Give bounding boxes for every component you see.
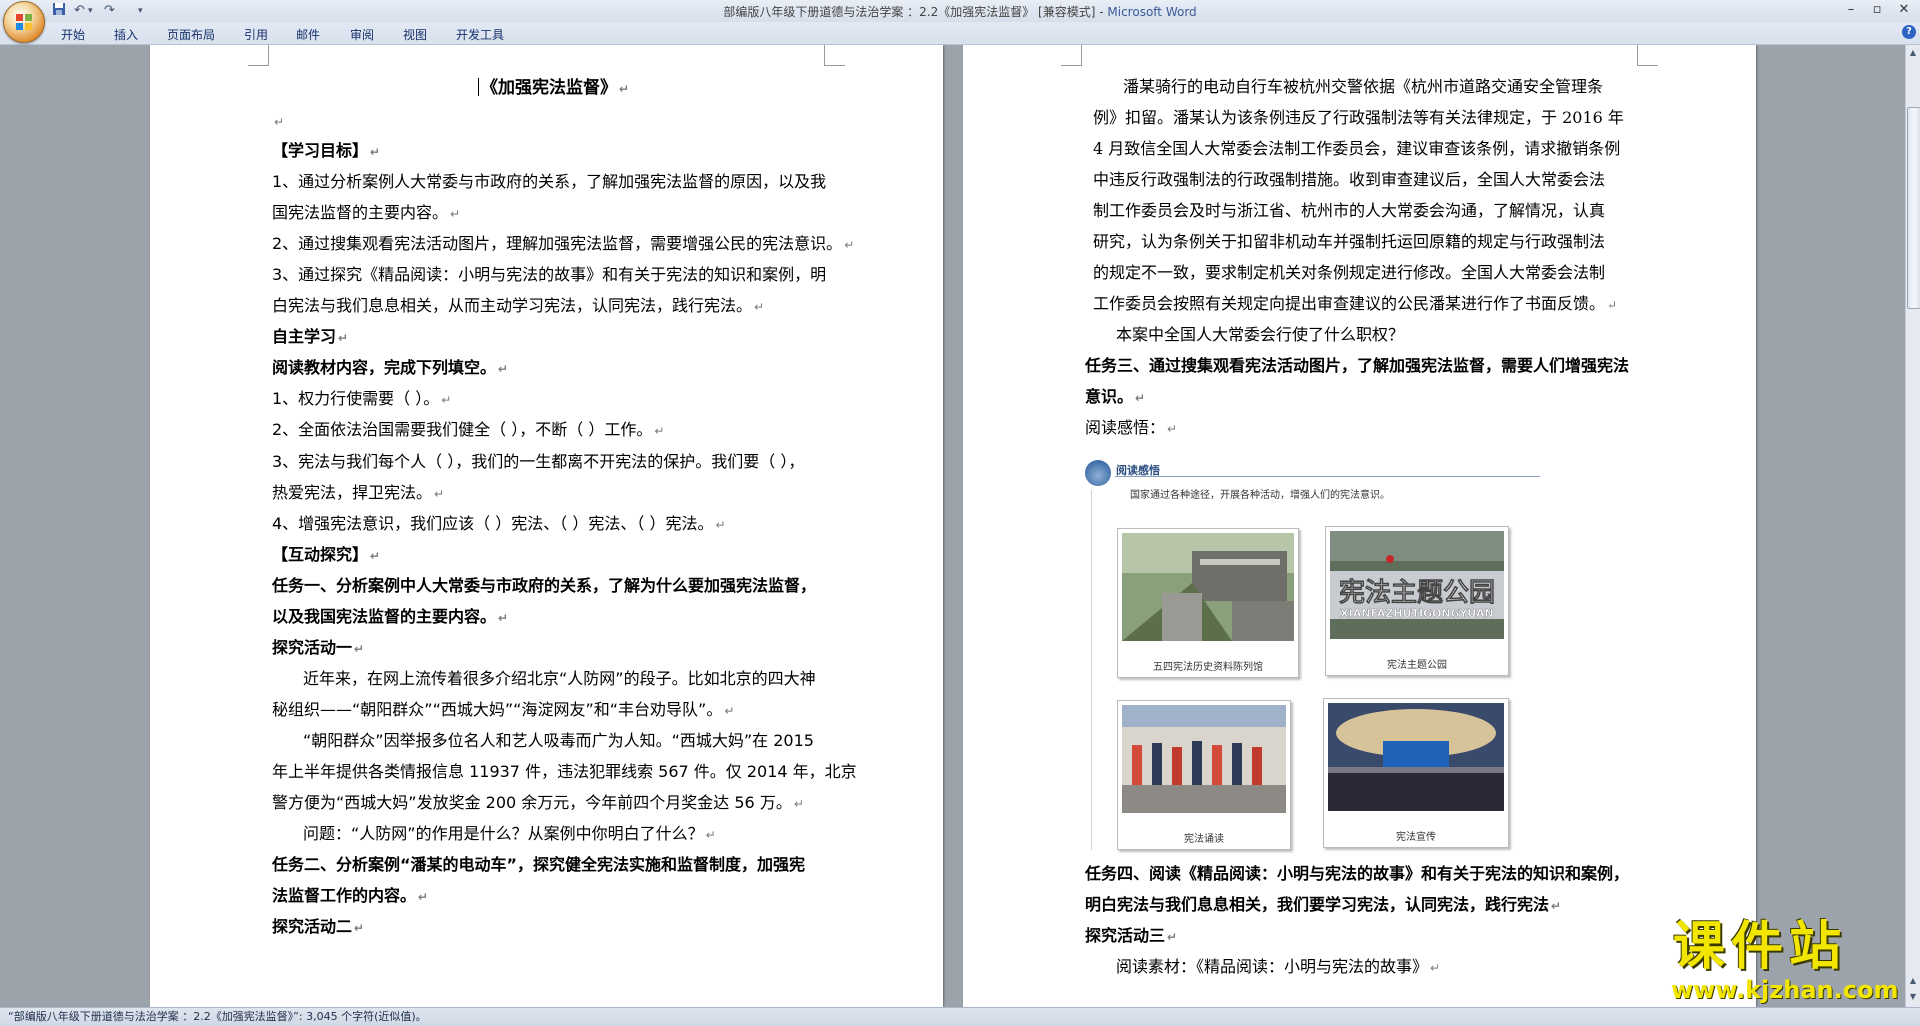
doc-line: 探究活动一 ↵ bbox=[272, 638, 365, 657]
doc-line: 问题：“人防网”的作用是什么？从案例中你明白了什么？ ↵ bbox=[303, 824, 716, 843]
close-button[interactable]: ✕ bbox=[1893, 2, 1915, 18]
doc-line: 近年来，在网上流传着很多介绍北京“人防网”的段子。比如北京的四大神 bbox=[303, 669, 816, 688]
figure-subtitle: 国家通过各种途径，开展各种活动，增强人们的宪法意识。 bbox=[1130, 490, 1390, 501]
section-heading: 自主学习 ↵ bbox=[272, 327, 349, 346]
section-heading: 探究活动二 ↵ bbox=[272, 917, 365, 936]
museum-image bbox=[1122, 533, 1294, 641]
photo-history-museum: 五四宪法历史资料陈列馆 bbox=[1117, 528, 1299, 678]
doc-line: “朝阳群众”因举报多位名人和艺人吸毒而广为人知。“西城大妈”在 2015 bbox=[303, 731, 814, 750]
doc-line: 阅读感悟： ↵ bbox=[1085, 418, 1178, 437]
section-heading: 探究活动三 ↵ bbox=[1085, 926, 1178, 945]
section-heading: 【互动探究】 ↵ bbox=[272, 545, 381, 564]
doc-line: 国宪法监督的主要内容。 ↵ bbox=[272, 203, 461, 222]
office-button[interactable] bbox=[3, 1, 45, 43]
window-title: 部编版八年级下册道德与法治学案 ：2.2《加强宪法监督》 [兼容模式] - Mi… bbox=[723, 5, 1197, 19]
margin-corner-mark bbox=[1061, 45, 1082, 66]
doc-line: 明白宪法与我们息息相关，我们要学习宪法，认同宪法，践行宪法 ↵ bbox=[1085, 895, 1562, 914]
doc-line: 工作委员会按照有关规定向提出审查建议的公民潘某进行作了书面反馈。 ↵ bbox=[1093, 294, 1618, 313]
section-heading: 【学习目标】 ↵ bbox=[272, 141, 381, 160]
document-page-right[interactable]: 潘某骑行的电动自行车被杭州交警依据《杭州市道路交通安全管理条 例》扣留。潘某认为… bbox=[963, 45, 1756, 1007]
tab-developer[interactable]: 开发工具 bbox=[456, 26, 504, 43]
doc-line: 2、通过搜集观看宪法活动图片，理解加强宪法监督，需要增强公民的宪法意识。 ↵ bbox=[272, 234, 855, 253]
doc-line: 2、全面依法治国需要我们健全（ ），不断（ ）工作。 ↵ bbox=[272, 420, 665, 439]
doc-line: 本案中全国人大常委会行使了什么职权？ bbox=[1116, 325, 1405, 344]
doc-line: 白宪法与我们息息相关，从而主动学习宪法，认同宪法，践行宪法。 ↵ bbox=[272, 296, 765, 315]
minimize-button[interactable]: – bbox=[1840, 2, 1862, 18]
document-workspace[interactable]: 《加强宪法监督》 ↵ ↵ 【学习目标】 ↵ 1、通过分析案例人大常委与市政府的关系，… bbox=[0, 45, 1905, 1007]
doc-line: 例》扣留。潘某认为该条例违反了行政强制法等有关法律规定，于 2016 年 bbox=[1093, 108, 1624, 127]
doc-line: 1、权力行使需要（ ）。 ↵ bbox=[272, 389, 452, 408]
doc-line: 阅读素材：《精品阅读：小明与宪法的故事》 ↵ bbox=[1116, 957, 1441, 976]
doc-line: 法监督工作的内容。 ↵ bbox=[272, 886, 429, 905]
doc-line: 热爱宪法，捍卫宪法。 ↵ bbox=[272, 483, 445, 502]
ribbon-tab-row: 开始 插入 页面布局 引用 邮件 审阅 视图 开发工具 ? bbox=[0, 22, 1920, 45]
figure-side-rule bbox=[1091, 490, 1092, 850]
photo-caption: 宪法诵读 bbox=[1184, 834, 1224, 845]
doc-line: 阅读教材内容，完成下列填空。 ↵ bbox=[272, 358, 509, 377]
doc-line: 3、宪法与我们每个人（ ），我们的一生都离不开宪法的保护。我们要（ ）， bbox=[272, 452, 805, 471]
tab-mailings[interactable]: 邮件 bbox=[296, 26, 320, 43]
doc-line: 以及我国宪法监督的主要内容。 ↵ bbox=[272, 607, 509, 626]
photo-caption: 宪法主题公园 bbox=[1387, 660, 1447, 671]
tab-review[interactable]: 审阅 bbox=[350, 26, 374, 43]
doc-line: 研究，认为条例关于扣留非机动车并强制托运回原籍的规定与行政强制法 bbox=[1093, 232, 1606, 251]
doc-line: 4 月致信全国人大常委会法制工作委员会，建议审查该条例，请求撤销条例 bbox=[1093, 139, 1621, 158]
promotion-image bbox=[1328, 703, 1504, 811]
photo-theme-park: 宪法主题公园 XIANFAZHUTIGONGYUAN 宪法主题公园 bbox=[1325, 526, 1509, 676]
scroll-up-icon[interactable]: ▲ bbox=[1907, 47, 1919, 59]
empty-paragraph: ↵ bbox=[274, 115, 285, 129]
office-logo-icon bbox=[16, 14, 32, 30]
vertical-scrollbar[interactable]: ▲ ▲ ▼ bbox=[1905, 45, 1920, 1007]
margin-corner-mark bbox=[824, 45, 845, 66]
next-page-icon[interactable]: ▼ bbox=[1907, 991, 1919, 1003]
photo-constitution-promotion: 宪法宣传 bbox=[1323, 698, 1509, 848]
svg-text:宪法主题公园: 宪法主题公园 bbox=[1339, 577, 1495, 608]
doc-line: 警方便为“西城大妈”发放奖金 200 余万元，今年前四个月奖金达 56 万。 ↵ bbox=[272, 793, 804, 812]
text-cursor bbox=[478, 78, 479, 96]
doc-line: 潘某骑行的电动自行车被杭州交警依据《杭州市道路交通安全管理条 bbox=[1123, 77, 1604, 96]
doc-line: 任务一、分析案例中人大常委与市政府的关系，了解为什么要加强宪法监督， bbox=[272, 576, 817, 595]
scrollbar-thumb[interactable] bbox=[1907, 107, 1920, 309]
watermark-brand: 课件站 bbox=[1673, 917, 1848, 977]
figure-divider bbox=[1115, 476, 1540, 477]
doc-line: 任务二、分析案例“潘某的电动车”，探究健全宪法实施和监督制度，加强宪 bbox=[272, 855, 806, 874]
margin-corner-mark bbox=[248, 45, 269, 66]
tab-page-layout[interactable]: 页面布局 bbox=[167, 26, 215, 43]
photo-caption: 五四宪法历史资料陈列馆 bbox=[1153, 662, 1263, 673]
tab-view[interactable]: 视图 bbox=[403, 26, 427, 43]
doc-line: 任务三、通过搜集观看宪法活动图片，了解加强宪法监督，需要人们增强宪法 bbox=[1085, 356, 1630, 375]
doc-line: 中违反行政强制法的行政强制措施。收到审查建议后，全国人大常委会法 bbox=[1093, 170, 1606, 189]
site-watermark: 课件站 www.kjzhan.com bbox=[1665, 918, 1905, 1006]
tab-home[interactable]: 开始 bbox=[61, 26, 85, 43]
photo-caption: 宪法宣传 bbox=[1396, 832, 1436, 843]
margin-corner-mark bbox=[1637, 45, 1658, 66]
help-icon[interactable]: ? bbox=[1902, 25, 1916, 39]
tab-insert[interactable]: 插入 bbox=[114, 26, 138, 43]
svg-text:XIANFAZHUTIGONGYUAN: XIANFAZHUTIGONGYUAN bbox=[1340, 607, 1493, 620]
document-page-left[interactable]: 《加强宪法监督》 ↵ ↵ 【学习目标】 ↵ 1、通过分析案例人大常委与市政府的关系，… bbox=[150, 45, 943, 1007]
doc-line: 3、通过探究《精品阅读：小明与宪法的故事》和有关于宪法的知识和案例，明 bbox=[272, 265, 827, 284]
doc-line: 意识。 ↵ bbox=[1085, 387, 1146, 406]
theme-park-image: 宪法主题公园 XIANFAZHUTIGONGYUAN bbox=[1330, 531, 1504, 639]
doc-line: 的规定不一致，要求制定机关对条例规定进行修改。全国人大常委会法制 bbox=[1093, 263, 1606, 282]
previous-page-icon[interactable]: ▲ bbox=[1907, 975, 1919, 987]
doc-line: 1、通过分析案例人大常委与市政府的关系，了解加强宪法监督的原因，以及我 bbox=[272, 172, 827, 191]
photo-constitution-reading: 宪法诵读 bbox=[1117, 700, 1291, 850]
doc-title: 《加强宪法监督》 ↵ bbox=[478, 78, 629, 99]
word-count-status[interactable]: “部编版八年级下册道德与法治学案 ：2.2《加强宪法监督》”: 3,045 个字… bbox=[8, 1008, 427, 1026]
reading-insight-figure[interactable]: 阅读感悟 国家通过各种途径，开展各种活动，增强人们的宪法意识。 五四宪法历史资料… bbox=[1085, 460, 1543, 855]
doc-line: 任务四、阅读《精品阅读：小明与宪法的故事》和有关于宪法的知识和案例， bbox=[1085, 864, 1630, 883]
reading-insight-icon bbox=[1085, 460, 1111, 486]
watermark-url: www.kjzhan.com bbox=[1671, 976, 1899, 1004]
reading-image bbox=[1122, 705, 1286, 813]
doc-line: 秘组织——“朝阳群众”“西城大妈”“海淀网友”和“丰台劝导队”。 ↵ bbox=[272, 700, 735, 719]
status-bar: “部编版八年级下册道德与法治学案 ：2.2《加强宪法监督》”: 3,045 个字… bbox=[0, 1007, 1920, 1026]
maximize-button[interactable]: ▫ bbox=[1866, 2, 1888, 18]
doc-line: 4、增强宪法意识，我们应该（ ）宪法、（ ）宪法、（ ）宪法。 ↵ bbox=[272, 514, 726, 533]
doc-line: 年上半年提供各类情报信息 11937 件，违法犯罪线索 567 件。仅 2014… bbox=[272, 762, 857, 781]
doc-line: 制工作委员会及时与浙江省、杭州市的人大常委会沟通，了解情况，认真 bbox=[1093, 201, 1606, 220]
tab-references[interactable]: 引用 bbox=[244, 26, 268, 43]
title-bar: ↶ ▾ ↷ ▾ 部编版八年级下册道德与法治学案 ：2.2《加强宪法监督》 [兼容… bbox=[0, 0, 1920, 43]
